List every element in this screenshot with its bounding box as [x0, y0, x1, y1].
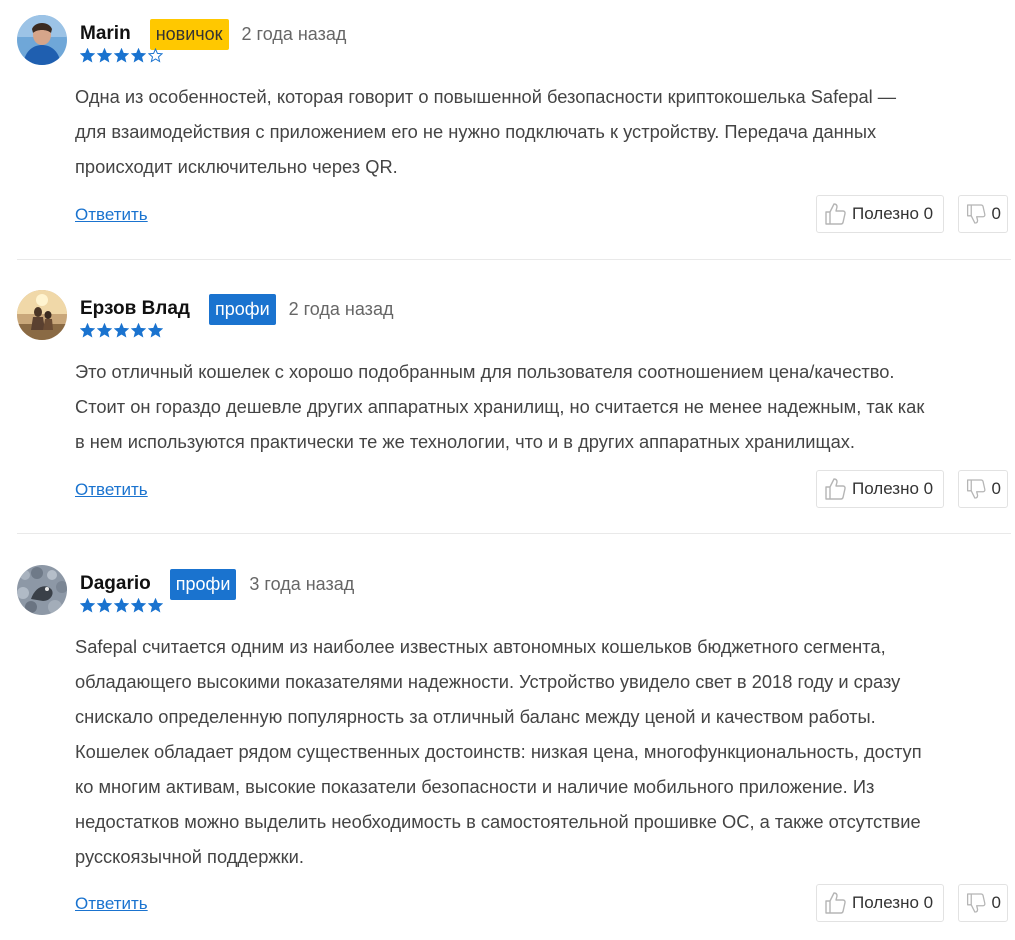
review-text-line: Это отличный кошелек с хорошо подобранны… — [75, 361, 895, 382]
helpful-button[interactable]: Полезно 0 — [816, 470, 944, 508]
review-text-line: недостатков можно выделить необходимость… — [75, 811, 921, 832]
rating-stars — [80, 48, 163, 63]
star-filled-icon — [131, 598, 146, 613]
author-name[interactable]: Ерзов Влад — [80, 298, 190, 320]
review-text-line: снискало определенную популярность за от… — [75, 706, 876, 727]
dislike-count: 0 — [991, 893, 1001, 912]
avatar[interactable] — [17, 15, 67, 65]
star-empty-icon — [148, 48, 163, 63]
star-filled-icon — [131, 323, 146, 338]
dislike-button[interactable]: 0 — [958, 470, 1008, 508]
dislike-count: 0 — [991, 204, 1001, 223]
star-filled-icon — [97, 48, 112, 63]
avatar[interactable] — [17, 290, 67, 340]
vote-buttons: Полезно 0 0 — [816, 884, 1008, 922]
thumbs-down-icon — [966, 479, 986, 499]
review-date: 3 года назад — [249, 573, 355, 594]
thumbs-down-icon — [966, 893, 986, 913]
star-filled-icon — [97, 323, 112, 338]
helpful-button[interactable]: Полезно 0 — [816, 884, 944, 922]
review-text-line: Кошелек обладает рядом существенных дост… — [75, 741, 922, 762]
star-filled-icon — [131, 48, 146, 63]
rating-stars — [80, 598, 163, 613]
helpful-label: Полезно 0 — [852, 204, 934, 223]
review-text-line: Стоит он гораздо дешевле других аппаратн… — [75, 396, 925, 417]
star-filled-icon — [80, 598, 95, 613]
review-text-line: русскоязычной поддержки. — [75, 846, 304, 867]
star-filled-icon — [114, 323, 129, 338]
review-text: Это отличный кошелек с хорошо подобранны… — [75, 354, 1005, 459]
helpful-button[interactable]: Полезно 0 — [816, 195, 944, 233]
review-text-line: происходит исключительно через QR. — [75, 156, 398, 177]
vote-buttons: Полезно 0 0 — [816, 470, 1008, 508]
star-filled-icon — [80, 323, 95, 338]
avatar[interactable] — [17, 565, 67, 615]
divider — [17, 259, 1011, 260]
author-name[interactable]: Marin — [80, 23, 131, 45]
review-header: Marin новичок 2 года назад — [80, 18, 346, 50]
review-header: Ерзов Влад профи 2 года назад — [80, 293, 393, 325]
author-name[interactable]: Dagario — [80, 573, 151, 595]
review-text: Одна из особенностей, которая говорит о … — [75, 79, 1005, 184]
vote-buttons: Полезно 0 0 — [816, 195, 1008, 233]
reply-link[interactable]: Ответить — [75, 205, 148, 225]
reply-link[interactable]: Ответить — [75, 480, 148, 500]
review-date: 2 года назад — [288, 298, 394, 319]
review-text: Safepal считается одним из наиболее изве… — [75, 629, 1005, 874]
review-date: 2 года назад — [241, 23, 347, 44]
divider — [17, 533, 1011, 534]
review-header: Dagario профи 3 года назад — [80, 568, 354, 600]
status-badge: профи — [169, 568, 237, 600]
review-text-line: ко многим активам, высокие показатели бе… — [75, 776, 875, 797]
review-text-line: Safepal считается одним из наиболее изве… — [75, 636, 886, 657]
review-text-line: обладающего высокими показателями надежн… — [75, 671, 901, 692]
review-text-line: Одна из особенностей, которая говорит о … — [75, 86, 897, 107]
status-badge: новичок — [149, 18, 229, 50]
dislike-button[interactable]: 0 — [958, 884, 1008, 922]
star-filled-icon — [114, 598, 129, 613]
thumbs-up-icon — [825, 892, 846, 914]
helpful-label: Полезно 0 — [852, 893, 934, 912]
star-filled-icon — [148, 323, 163, 338]
star-filled-icon — [80, 48, 95, 63]
thumbs-up-icon — [825, 203, 846, 225]
rating-stars — [80, 323, 163, 338]
dislike-button[interactable]: 0 — [958, 195, 1008, 233]
status-badge: профи — [208, 293, 276, 325]
thumbs-up-icon — [825, 478, 846, 500]
dislike-count: 0 — [991, 479, 1001, 498]
review-text-line: для взаимодействия с приложением его не … — [75, 121, 877, 142]
thumbs-down-icon — [966, 204, 986, 224]
star-filled-icon — [148, 598, 163, 613]
star-filled-icon — [114, 48, 129, 63]
reply-link[interactable]: Ответить — [75, 894, 148, 914]
review-text-line: в нем используются практически те же тех… — [75, 431, 855, 452]
star-filled-icon — [97, 598, 112, 613]
helpful-label: Полезно 0 — [852, 479, 934, 498]
